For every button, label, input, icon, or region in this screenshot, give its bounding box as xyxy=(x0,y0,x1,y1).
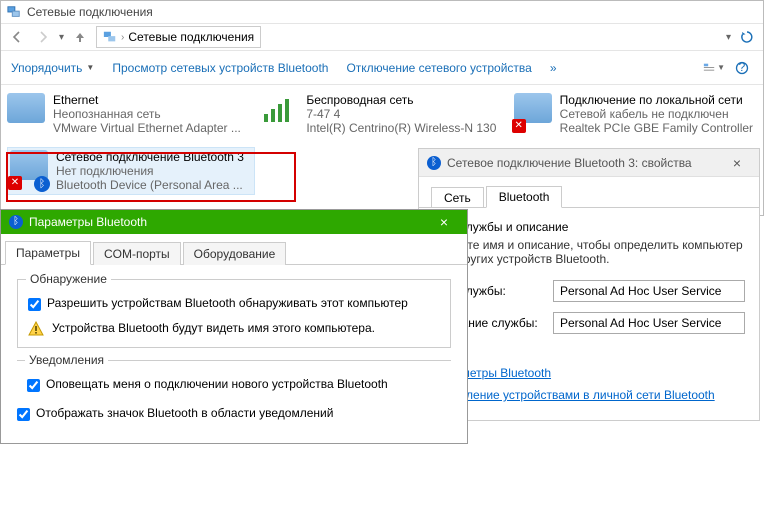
connection-status: 7-47 4 xyxy=(306,107,496,121)
connection-bluetooth[interactable]: ✕ᛒ Сетевое подключение Bluetooth 3 Нет п… xyxy=(7,147,255,195)
svg-text:?: ? xyxy=(739,61,746,74)
warning-icon xyxy=(28,321,44,337)
dialog-title: Сетевое подключение Bluetooth 3: свойств… xyxy=(447,156,692,170)
connection-adapter: Intel(R) Centrino(R) Wireless-N 130 xyxy=(306,121,496,135)
connection-adapter: Bluetooth Device (Personal Area ... xyxy=(56,178,244,192)
view-bt-devices[interactable]: Просмотр сетевых устройств Bluetooth xyxy=(112,61,328,75)
group-title: Уведомления xyxy=(25,353,108,367)
notifications-group: Уведомления Оповещать меня о подключении… xyxy=(17,360,451,392)
connection-title: Беспроводная сеть xyxy=(306,93,496,107)
tab-bar: Сеть Bluetooth xyxy=(419,177,759,208)
lan-icon: ✕ xyxy=(514,93,552,131)
connection-title: Сетевое подключение Bluetooth 3 xyxy=(56,150,244,164)
window-title: Сетевые подключения xyxy=(27,5,153,19)
connection-title: Подключение по локальной сети xyxy=(560,93,753,107)
connection-status: Сетевой кабель не подключен xyxy=(560,107,753,121)
breadcrumb-label[interactable]: Сетевые подключения xyxy=(128,30,254,44)
close-button[interactable]: × xyxy=(723,155,751,171)
tab-hardware[interactable]: Оборудование xyxy=(183,242,287,265)
up-button[interactable] xyxy=(70,27,90,47)
view-options-button[interactable]: ▼ xyxy=(703,57,725,79)
disable-device[interactable]: Отключение сетевого устройства xyxy=(346,61,531,75)
breadcrumb[interactable]: › Сетевые подключения xyxy=(96,26,261,48)
tab-params[interactable]: Параметры xyxy=(5,241,91,265)
network-connections-icon xyxy=(7,5,21,19)
connection-lan[interactable]: ✕ Подключение по локальной сети Сетевой … xyxy=(514,93,757,135)
address-chevron[interactable]: ▾ xyxy=(726,32,731,43)
error-badge-icon: ✕ xyxy=(8,176,22,190)
checkbox-input[interactable] xyxy=(27,379,40,392)
help-button[interactable]: ? xyxy=(731,57,753,79)
checkbox-input[interactable] xyxy=(17,408,30,421)
service-name-input[interactable] xyxy=(553,280,745,302)
connection-title: Ethernet xyxy=(53,93,241,107)
bluetooth-connection-icon: ✕ᛒ xyxy=(10,150,48,188)
notify-checkbox[interactable]: Оповещать меня о подключении нового устр… xyxy=(27,377,441,392)
tab-bluetooth[interactable]: Bluetooth xyxy=(486,186,563,208)
pan-devices-link[interactable]: Управление устройствами в личной сети Bl… xyxy=(433,388,715,402)
service-desc-input[interactable] xyxy=(553,312,745,334)
checkbox-input[interactable] xyxy=(28,298,41,311)
dialog-titlebar[interactable]: ᛒ Параметры Bluetooth × xyxy=(1,210,467,234)
history-dropdown[interactable]: ▾ xyxy=(59,32,64,43)
connection-properties-dialog: ᛒ Сетевое подключение Bluetooth 3: свойс… xyxy=(418,148,760,421)
tab-bar: Параметры COM-порты Оборудование xyxy=(1,234,467,265)
allow-discovery-checkbox[interactable]: Разрешить устройствам Bluetooth обнаружи… xyxy=(28,296,440,311)
error-badge-icon: ✕ xyxy=(512,119,526,133)
close-button[interactable]: × xyxy=(429,214,459,230)
tab-network[interactable]: Сеть xyxy=(431,187,484,208)
back-button[interactable] xyxy=(7,27,27,47)
organize-menu[interactable]: Упорядочить▼ xyxy=(11,61,94,75)
chevron-right-icon: › xyxy=(121,32,124,43)
connection-ethernet[interactable]: Ethernet Неопознанная сеть VMware Virtua… xyxy=(7,93,250,135)
dialog-title: Параметры Bluetooth xyxy=(29,215,147,229)
section-title: Имя службы и описание xyxy=(433,220,745,234)
connection-wifi[interactable]: Беспроводная сеть 7-47 4 Intel(R) Centri… xyxy=(260,93,503,135)
tab-com-ports[interactable]: COM-порты xyxy=(93,242,181,265)
network-connections-icon xyxy=(103,30,117,44)
discovery-group: Обнаружение Разрешить устройствам Blueto… xyxy=(17,279,451,348)
connection-adapter: Realtek PCIe GBE Family Controller xyxy=(560,121,753,135)
bluetooth-icon: ᛒ xyxy=(427,156,441,170)
connection-status: Неопознанная сеть xyxy=(53,107,241,121)
connection-adapter: VMware Virtual Ethernet Adapter ... xyxy=(53,121,241,135)
ethernet-icon xyxy=(7,93,45,131)
bluetooth-badge-icon: ᛒ xyxy=(34,176,50,192)
refresh-button[interactable] xyxy=(737,27,757,47)
bluetooth-icon: ᛒ xyxy=(9,215,23,229)
connection-status: Нет подключения xyxy=(56,164,244,178)
warning-text: Устройства Bluetooth будут видеть имя эт… xyxy=(52,321,375,335)
group-title: Обнаружение xyxy=(26,272,111,286)
more-commands[interactable]: » xyxy=(550,61,557,75)
titlebar: Сетевые подключения xyxy=(1,1,763,23)
section-description: Введите имя и описание, чтобы определить… xyxy=(433,238,745,266)
dialog-titlebar[interactable]: ᛒ Сетевое подключение Bluetooth 3: свойс… xyxy=(419,149,759,177)
bluetooth-settings-dialog: ᛒ Параметры Bluetooth × Параметры COM-по… xyxy=(0,209,468,444)
forward-button[interactable] xyxy=(33,27,53,47)
address-bar: ▾ › Сетевые подключения ▾ xyxy=(1,23,763,51)
command-bar: Упорядочить▼ Просмотр сетевых устройств … xyxy=(1,51,763,85)
wifi-icon xyxy=(260,93,298,131)
show-icon-checkbox[interactable]: Отображать значок Bluetooth в области ув… xyxy=(17,406,451,421)
